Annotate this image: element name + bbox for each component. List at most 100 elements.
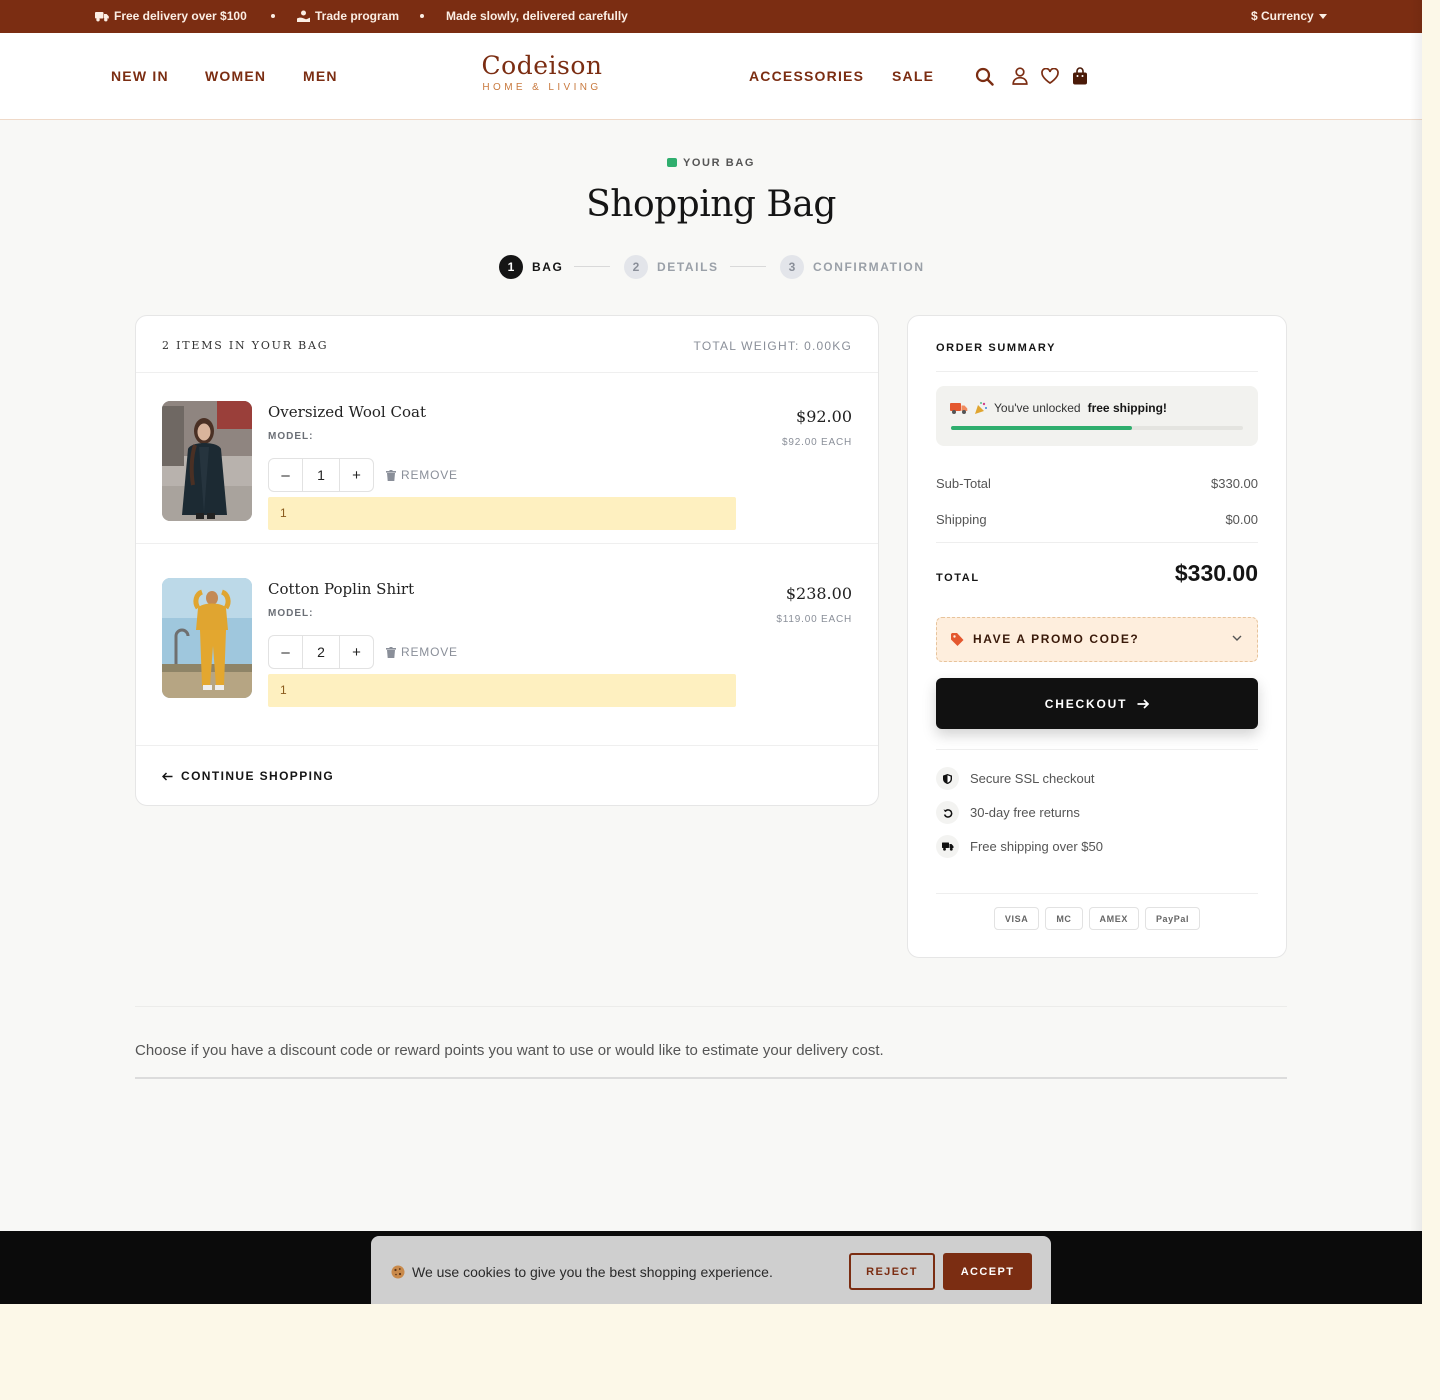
divider	[936, 893, 1258, 894]
separator-dot	[271, 14, 275, 18]
page: Free delivery over $100 Trade program Ma…	[0, 0, 1422, 1304]
product-image-shirt[interactable]	[162, 578, 252, 698]
return-icon	[936, 801, 959, 824]
discount-info-text: Choose if you have a discount code or re…	[135, 1042, 884, 1059]
arrow-right-icon	[1137, 698, 1150, 709]
trash-icon	[386, 646, 396, 658]
remove-button[interactable]: REMOVE	[386, 468, 458, 482]
free-shipping-progress-fill	[951, 426, 1133, 430]
summary-title: ORDER SUMMARY	[936, 342, 1057, 354]
cart-item: Oversized Wool Coat MODEL: – 1 + REMOVE …	[136, 374, 878, 544]
wishlist-icon[interactable]	[1039, 65, 1061, 87]
continue-shopping-link[interactable]: CONTINUE SHOPPING	[162, 769, 334, 783]
divider	[936, 749, 1258, 750]
total-label: TOTAL	[936, 572, 980, 584]
checkout-button[interactable]: CHECKOUT	[936, 678, 1258, 729]
item-price: $92.00	[796, 407, 852, 426]
order-summary: ORDER SUMMARY You've unlocked free shippi…	[907, 315, 1287, 958]
trash-icon	[386, 469, 396, 481]
bag-icon	[666, 158, 677, 167]
announcement-trade: Trade program	[297, 9, 399, 23]
quantity-value[interactable]: 2	[302, 636, 340, 668]
item-model-label: MODEL:	[268, 431, 314, 442]
step-connector	[574, 266, 610, 267]
payment-methods: VISA MC AMEX PayPal	[908, 907, 1286, 930]
decrease-button[interactable]: –	[269, 636, 302, 668]
cookie-icon	[391, 1265, 405, 1279]
tag-icon	[951, 632, 964, 646]
item-unit-price: $92.00 EACH	[782, 437, 852, 448]
logo-name: Codeison	[481, 51, 603, 80]
item-name[interactable]: Oversized Wool Coat	[268, 403, 426, 421]
item-note-field[interactable]: 1	[268, 497, 736, 530]
remove-button[interactable]: REMOVE	[386, 645, 458, 659]
nav-accessories[interactable]: ACCESSORIES	[749, 68, 864, 84]
page-title: Shopping Bag	[586, 184, 836, 225]
cart-item: Cotton Poplin Shirt MODEL: – 2 + REMOVE …	[136, 551, 878, 721]
account-icon[interactable]	[1009, 65, 1031, 87]
payment-visa: VISA	[993, 907, 1040, 930]
arrow-left-icon	[162, 771, 173, 781]
announcement-delivery: Free delivery over $100	[95, 9, 247, 23]
divider	[936, 371, 1258, 372]
shipping-row: Shipping $0.00	[936, 512, 1258, 527]
nav-men[interactable]: MEN	[303, 68, 338, 84]
decrease-button[interactable]: –	[269, 459, 302, 491]
separator-dot	[420, 14, 424, 18]
step-connector	[730, 266, 766, 267]
quantity-stepper: – 1 +	[268, 458, 374, 492]
chevron-down-icon	[1232, 635, 1242, 641]
cookie-banner: We use cookies to give you the best shop…	[371, 1236, 1051, 1304]
announcement-bar: Free delivery over $100 Trade program Ma…	[0, 0, 1422, 33]
cart-total-weight: TOTAL WEIGHT: 0.00KG	[693, 339, 852, 353]
item-name[interactable]: Cotton Poplin Shirt	[268, 580, 414, 598]
payment-mastercard: MC	[1045, 907, 1083, 930]
subtotal-row: Sub-Total $330.00	[936, 476, 1258, 491]
increase-button[interactable]: +	[340, 636, 373, 668]
logo[interactable]: Codeison HOME & LIVING	[472, 51, 612, 93]
promo-code-toggle[interactable]: HAVE A PROMO CODE?	[936, 617, 1258, 662]
trust-ssl: Secure SSL checkout	[936, 767, 1095, 790]
quantity-stepper: – 2 +	[268, 635, 374, 669]
subtotal-value: $330.00	[1211, 476, 1258, 491]
cart-item-count: 2 ITEMS IN YOUR BAG	[162, 339, 329, 352]
reject-cookies-button[interactable]: REJECT	[849, 1253, 935, 1290]
cart-panel: 2 ITEMS IN YOUR BAG TOTAL WEIGHT: 0.00KG	[135, 315, 879, 806]
trust-returns: 30-day free returns	[936, 801, 1080, 824]
party-popper-icon	[975, 402, 987, 414]
payment-paypal: PayPal	[1144, 907, 1201, 930]
increase-button[interactable]: +	[340, 459, 373, 491]
caret-down-icon	[1318, 13, 1327, 19]
free-shipping-banner: You've unlocked free shipping!	[936, 386, 1258, 446]
scrollbar-track	[1410, 0, 1422, 1304]
step-confirmation: 3 CONFIRMATION	[780, 255, 925, 279]
step-details: 2 DETAILS	[624, 255, 719, 279]
nav-sale[interactable]: SALE	[892, 68, 934, 84]
nav-women[interactable]: WOMEN	[205, 68, 266, 84]
delivery-truck-icon	[950, 403, 968, 414]
step-bag: 1 BAG	[499, 255, 563, 279]
handshake-icon	[297, 10, 310, 22]
item-price: $238.00	[785, 584, 852, 603]
item-model-label: MODEL:	[268, 608, 314, 619]
item-note-field[interactable]: 1	[268, 674, 736, 707]
cart-footer: CONTINUE SHOPPING	[136, 745, 878, 805]
bag-icon[interactable]	[1069, 65, 1091, 87]
search-icon[interactable]	[973, 65, 995, 87]
trust-shipping: Free shipping over $50	[936, 835, 1103, 858]
site-header: NEW IN WOMEN MEN Codeison HOME & LIVING …	[0, 33, 1422, 120]
cookie-message: We use cookies to give you the best shop…	[391, 1264, 773, 1280]
accept-cookies-button[interactable]: ACCEPT	[943, 1253, 1032, 1290]
shipping-value: $0.00	[1225, 512, 1258, 527]
free-shipping-progress	[951, 426, 1243, 430]
nav-new-in[interactable]: NEW IN	[111, 68, 169, 84]
product-image-coat[interactable]	[162, 401, 252, 521]
quantity-value[interactable]: 1	[302, 459, 340, 491]
currency-selector[interactable]: $ Currency	[1251, 9, 1327, 23]
payment-amex: AMEX	[1088, 907, 1139, 930]
total-value: $330.00	[1174, 560, 1258, 586]
divider	[135, 1006, 1287, 1007]
divider	[135, 1077, 1287, 1079]
announcement-tagline: Made slowly, delivered carefully	[446, 9, 628, 23]
item-unit-price: $119.00 EACH	[776, 614, 852, 625]
